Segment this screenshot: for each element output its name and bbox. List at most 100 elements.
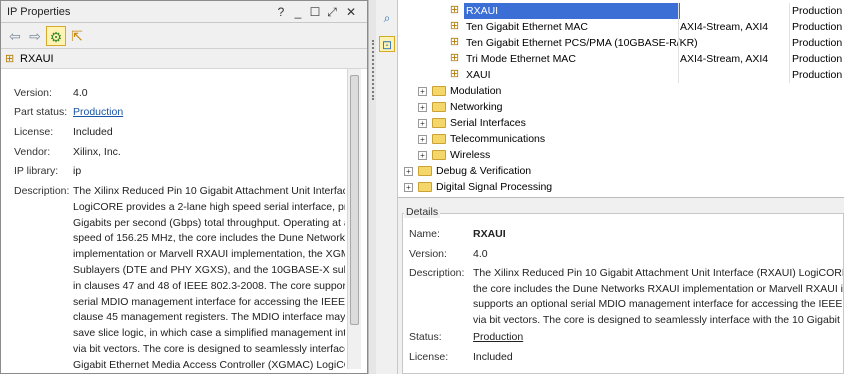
property-label: Part status:: [14, 106, 68, 118]
folder-icon: [432, 134, 446, 144]
tree-folder-row[interactable]: + Wireless: [398, 147, 844, 163]
tree-item-name: Serial Interfaces: [450, 117, 526, 129]
column-divider: [789, 3, 790, 19]
vendor-value: Xilinx, Inc.: [73, 146, 121, 158]
expand-toggle-icon[interactable]: +: [418, 135, 427, 144]
description-line: via bit vectors. The core is designed to…: [73, 342, 345, 355]
license-value: Included: [73, 126, 113, 138]
tree-item-name: Debug & Verification: [436, 165, 532, 177]
help-icon[interactable]: ?: [273, 4, 289, 20]
description-text: The Xilinx Reduced Pin 10 Gigabit Attach…: [73, 184, 345, 374]
search-catalog-icon[interactable]: ⌕: [379, 10, 395, 26]
expand-toggle-icon[interactable]: +: [418, 119, 427, 128]
column-divider: [789, 67, 790, 83]
description-line: clause 45 management registers. The MDIO…: [73, 311, 345, 324]
tree-item-name: XAUI: [466, 69, 491, 81]
catalog-side-toolbar: ⌕ ⊡: [376, 0, 398, 374]
description-label: Description:: [14, 185, 70, 197]
selected-ip-header: ⊞ RXAUI: [1, 49, 367, 69]
splitter-grip[interactable]: [372, 40, 374, 100]
back-arrow-icon[interactable]: ⇦: [5, 26, 25, 46]
description-line: Gigabits per second (Gbps) total through…: [73, 216, 345, 229]
close-icon[interactable]: ✕: [343, 4, 359, 20]
status-link[interactable]: Production: [473, 331, 523, 343]
version-value: 4.0: [73, 87, 88, 99]
pointer-select-icon[interactable]: ⇱: [67, 26, 87, 46]
tree-item-name: Embedded Processing: [434, 195, 544, 197]
ip-core-icon: ⊞: [449, 68, 460, 80]
column-divider: [678, 19, 679, 35]
tree-folder-row[interactable]: +Embedded Processing: [398, 195, 844, 197]
pane-splitter[interactable]: [368, 0, 376, 374]
ip-properties-panel: IP Properties ? _ ☐ ⤢ ✕ ⇦ ⇨ ⚙ ⇱ ⊞ RXAUI …: [0, 0, 368, 374]
tree-ip-row[interactable]: ⊞ XAUI Production: [398, 67, 844, 83]
tree-ip-row[interactable]: ⊞ Ten Gigabit Ethernet MAC AXI4-Stream, AX…: [398, 19, 844, 35]
restore-icon[interactable]: ☐: [307, 4, 323, 20]
tree-item-interfaces: AXI4-Stream, AXI4: [680, 53, 769, 65]
details-panel: Name: RXAUI Version: 4.0 Description: Th…: [398, 199, 844, 374]
column-divider: [678, 51, 679, 67]
tree-folder-row[interactable]: + Digital Signal Processing: [398, 179, 844, 195]
column-divider: [789, 35, 790, 51]
panel-toolbar: ⇦ ⇨ ⚙ ⇱: [1, 23, 367, 49]
column-divider: [678, 67, 679, 83]
tree-folder-row[interactable]: + Debug & Verification: [398, 163, 844, 179]
expand-toggle-icon[interactable]: +: [404, 183, 413, 192]
folder-icon: [432, 118, 446, 128]
details-frame: Name: RXAUI Version: 4.0 Description: Th…: [402, 213, 844, 374]
column-divider: [789, 19, 790, 35]
tree-item-name: Wireless: [450, 149, 491, 161]
tree-folder-row[interactable]: + Telecommunications: [398, 131, 844, 147]
folder-icon: [418, 182, 432, 192]
status-label: Status:: [409, 331, 442, 343]
ip-core-settings-icon[interactable]: ⚙: [46, 26, 66, 46]
description-line: the core includes the Dune Networks RXAU…: [473, 282, 844, 295]
column-divider: [678, 35, 679, 51]
license-label: License:: [409, 351, 449, 363]
tree-item-name: Ten Gigabit Ethernet MAC: [466, 21, 588, 33]
ip-core-icon: ⊞: [449, 52, 460, 64]
tree-item-name: Networking: [450, 101, 503, 113]
tree-ip-row[interactable]: ⊞ Ten Gigabit Ethernet PCS/PMA (10GBASE-R…: [398, 35, 844, 51]
maximize-icon[interactable]: ⤢: [324, 4, 340, 20]
description-line: speed of 156.25 MHz, the core includes t…: [73, 232, 345, 245]
customize-ip-icon[interactable]: ⊡: [379, 36, 395, 52]
tree-folder-row[interactable]: + Serial Interfaces: [398, 115, 844, 131]
expand-toggle-icon[interactable]: +: [404, 167, 413, 176]
panel-title-bar: IP Properties ? _ ☐ ⤢ ✕: [1, 1, 367, 23]
tree-item-status: Production: [792, 53, 843, 65]
description-line: serial MDIO management interface for acc…: [73, 295, 345, 308]
part-status-link[interactable]: Production: [73, 106, 123, 118]
tree-item-name: Digital Signal Processing: [436, 181, 553, 193]
ip-core-icon: ⊞: [449, 20, 460, 32]
minimize-icon[interactable]: _: [290, 4, 306, 20]
expand-toggle-icon[interactable]: +: [418, 103, 427, 112]
expand-toggle-icon[interactable]: +: [418, 151, 427, 160]
scrollbar-thumb[interactable]: [350, 75, 359, 325]
forward-arrow-icon[interactable]: ⇨: [25, 26, 45, 46]
version-value: 4.0: [473, 248, 488, 260]
ip-core-icon: ⊞: [449, 4, 460, 16]
license-value: Included: [473, 351, 513, 363]
panel-title: IP Properties: [7, 6, 71, 18]
properties-scrollbar[interactable]: [347, 69, 361, 369]
description-line: via bit vectors. The core is designed to…: [473, 313, 844, 326]
tree-folder-row[interactable]: + Modulation: [398, 83, 844, 99]
tree-ip-row[interactable]: ⊞ RXAUI Production: [398, 3, 844, 19]
folder-icon: [432, 86, 446, 96]
tree-item-status: Production: [792, 5, 843, 17]
description-line: Sublayers (DTE and PHY XGXS), and the 10…: [73, 263, 345, 276]
folder-icon: [432, 150, 446, 160]
properties-list: Version: 4.0 Part status: Production Lic…: [1, 69, 347, 374]
property-label: License:: [14, 126, 54, 138]
selected-ip-name: RXAUI: [20, 53, 54, 65]
description-label: Description:: [409, 267, 465, 279]
tree-item-name: Modulation: [450, 85, 502, 97]
tree-item-name: Tri Mode Ethernet MAC: [466, 53, 576, 65]
description-line: Gigabit Ethernet Media Access Controller…: [73, 358, 345, 371]
tree-ip-row[interactable]: ⊞ Tri Mode Ethernet MAC AXI4-Stream, AXI4 P…: [398, 51, 844, 67]
ip-library-value: ip: [73, 165, 82, 177]
tree-folder-row[interactable]: + Networking: [398, 99, 844, 115]
expand-toggle-icon[interactable]: +: [418, 87, 427, 96]
tree-item-name: Ten Gigabit Ethernet PCS/PMA (10GBASE-R/…: [466, 37, 698, 49]
